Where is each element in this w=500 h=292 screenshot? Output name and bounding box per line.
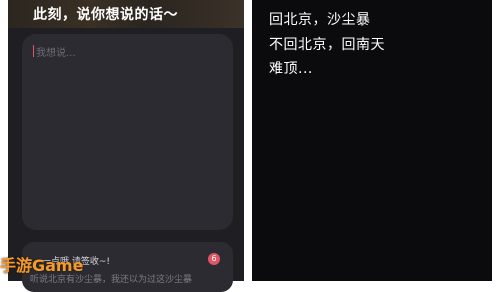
message-line-2: 不回北京，回南天 xyxy=(269,37,385,53)
message-input-area[interactable] xyxy=(22,34,233,230)
message-line-1: 回北京，沙尘暴 xyxy=(269,12,371,28)
message-input-placeholder: 我想说... xyxy=(36,48,76,59)
site-watermark-logo: 手游Game xyxy=(0,256,84,275)
text-cursor xyxy=(33,45,34,57)
message-line-3: 难顶... xyxy=(269,61,313,77)
message-display-panel: 回北京，沙尘暴 不回北京，回南天 难顶... xyxy=(252,0,492,281)
notice-count-badge: 6 xyxy=(208,253,220,265)
prompt-title: 此刻，说你想说的话～ xyxy=(33,7,178,23)
